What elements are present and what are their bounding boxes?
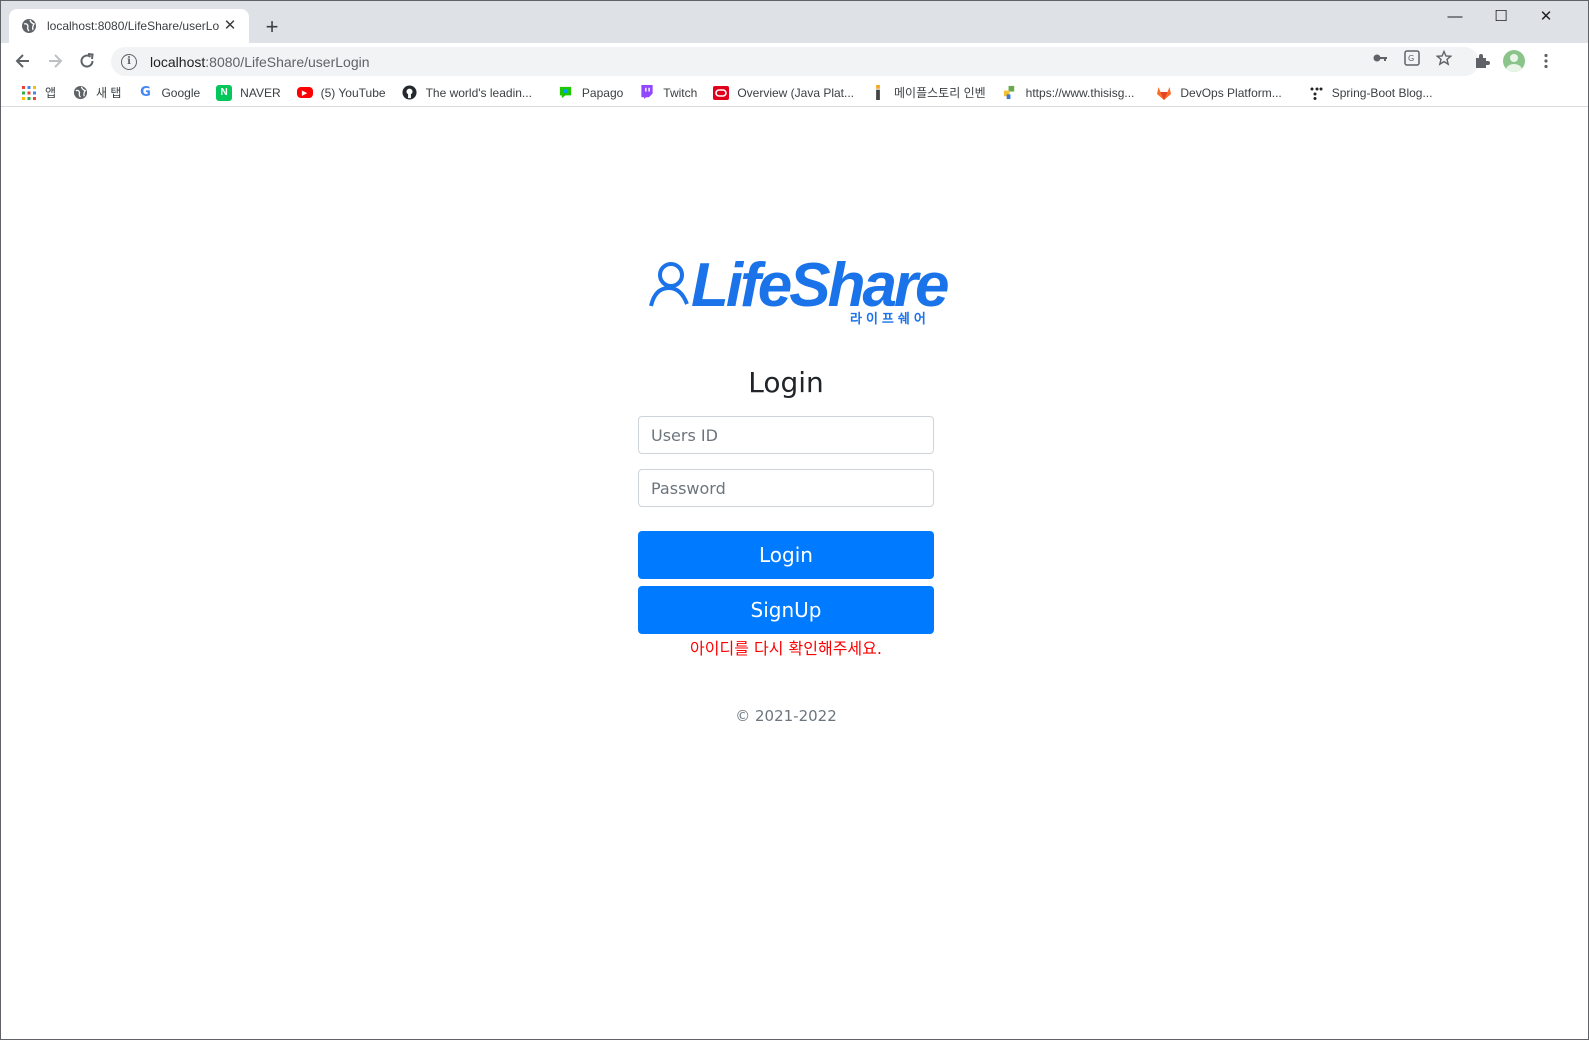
- bookmark-new-tab[interactable]: 새 탭: [66, 81, 127, 105]
- bookmark-star-icon[interactable]: [1436, 50, 1452, 66]
- bookmark-apps[interactable]: 앱: [15, 81, 62, 105]
- bookmarks-bar: 앱 새 탭 G Google N NAVER ▶ (5) YouTube The…: [1, 79, 1588, 107]
- tab-title: localhost:8080/LifeShare/userLo: [47, 19, 220, 33]
- bookmark-twitch[interactable]: Twitch: [633, 81, 703, 105]
- bookmark-label: The world's leadin...: [425, 85, 532, 100]
- bookmark-inven[interactable]: 메이플스토리 인벤: [864, 81, 992, 105]
- copyright-text: © 2021-2022: [735, 707, 837, 725]
- puzzle-bookmark-icon: [1002, 85, 1018, 101]
- minimize-button[interactable]: —: [1432, 1, 1478, 31]
- bookmark-google[interactable]: G Google: [131, 81, 206, 105]
- profile-button[interactable]: [1500, 47, 1528, 75]
- bookmark-github[interactable]: The world's leadin...: [396, 81, 538, 105]
- url-host: localhost: [150, 53, 206, 70]
- reload-icon: [80, 53, 94, 68]
- dots-icon: [1308, 85, 1324, 101]
- oracle-icon: [713, 85, 730, 101]
- address-bar[interactable]: i localhost:8080/LifeShare/userLogin: [111, 47, 1479, 76]
- close-window-button[interactable]: ✕: [1523, 1, 1569, 31]
- inven-icon: [870, 85, 886, 101]
- google-icon: G: [140, 85, 151, 100]
- tab-strip: localhost:8080/LifeShare/userLo ✕ + — ☐ …: [1, 1, 1588, 43]
- password-input[interactable]: [638, 469, 934, 507]
- bookmark-label: NAVER: [240, 85, 281, 100]
- extensions-button[interactable]: [1468, 47, 1496, 75]
- browser-window: localhost:8080/LifeShare/userLo ✕ + — ☐ …: [0, 0, 1589, 1040]
- bookmark-label: Google: [161, 85, 201, 100]
- bookmark-label: Twitch: [663, 85, 698, 100]
- bookmark-papago[interactable]: Papago: [552, 81, 629, 105]
- url-path: :8080/LifeShare/userLogin: [205, 53, 370, 70]
- forward-button[interactable]: [41, 47, 69, 75]
- puzzle-icon: [1476, 54, 1490, 68]
- bookmark-label: 새 탭: [96, 86, 122, 100]
- reload-button[interactable]: [73, 47, 101, 75]
- logo-subtitle: 라이프쉐어: [850, 312, 930, 327]
- youtube-icon: ▶: [296, 87, 313, 98]
- bookmark-youtube[interactable]: ▶ (5) YouTube: [291, 81, 392, 105]
- bookmark-label: Spring-Boot Blog...: [1331, 85, 1433, 100]
- person-logo-icon: [649, 262, 689, 307]
- bookmark-thisisgame[interactable]: https://www.thisisg...: [996, 81, 1141, 105]
- kebab-menu-icon: [1544, 53, 1548, 69]
- bookmark-oracle[interactable]: Overview (Java Plat...: [707, 81, 860, 105]
- menu-button[interactable]: [1532, 47, 1560, 75]
- key-icon[interactable]: [1372, 50, 1388, 66]
- maximize-button[interactable]: ☐: [1478, 1, 1524, 31]
- bookmark-naver[interactable]: N NAVER: [210, 81, 286, 105]
- back-button[interactable]: [9, 47, 37, 75]
- forward-arrow-icon: [49, 54, 63, 68]
- site-info-icon[interactable]: i: [121, 53, 137, 70]
- tab-close-icon[interactable]: ✕: [221, 17, 239, 35]
- signup-button[interactable]: SignUp: [638, 586, 934, 634]
- back-arrow-icon: [15, 54, 29, 68]
- page-title: Login: [748, 366, 824, 399]
- avatar: [1503, 50, 1525, 72]
- bookmark-gitlab[interactable]: DevOps Platform...: [1150, 81, 1287, 105]
- tab-active[interactable]: localhost:8080/LifeShare/userLo ✕: [9, 9, 249, 43]
- page-viewport: LifeShare 라이프쉐어 Login Login SignUp 아이디를 …: [1, 110, 1588, 1039]
- bookmark-label: (5) YouTube: [320, 85, 386, 100]
- naver-icon: N: [216, 84, 233, 101]
- bookmark-label: https://www.thisisg...: [1025, 85, 1135, 100]
- papago-icon: [558, 85, 574, 101]
- translate-icon[interactable]: G: [1404, 50, 1420, 66]
- lifeshare-logo: LifeShare 라이프쉐어: [643, 250, 950, 330]
- globe-icon: [21, 18, 37, 34]
- twitch-icon: [639, 85, 655, 101]
- browser-toolbar: i localhost:8080/LifeShare/userLogin G: [1, 43, 1588, 79]
- gitlab-icon: [1156, 85, 1172, 101]
- bookmark-label: DevOps Platform...: [1180, 85, 1282, 100]
- error-message: 아이디를 다시 확인해주세요.: [690, 639, 882, 658]
- apps-grid-icon: [21, 85, 37, 101]
- bookmark-label: 메이플스토리 인벤: [894, 86, 986, 100]
- bookmark-label: Overview (Java Plat...: [737, 85, 855, 100]
- login-button[interactable]: Login: [638, 531, 934, 579]
- bookmark-spring-blog[interactable]: Spring-Boot Blog...: [1302, 81, 1439, 105]
- github-icon: [402, 85, 418, 101]
- bookmark-label: Papago: [581, 85, 624, 100]
- globe-icon: [72, 85, 88, 101]
- bookmark-label: 앱: [45, 86, 57, 100]
- svg-text:G: G: [1408, 54, 1414, 63]
- user-id-input[interactable]: [638, 416, 934, 454]
- new-tab-button[interactable]: +: [259, 15, 285, 41]
